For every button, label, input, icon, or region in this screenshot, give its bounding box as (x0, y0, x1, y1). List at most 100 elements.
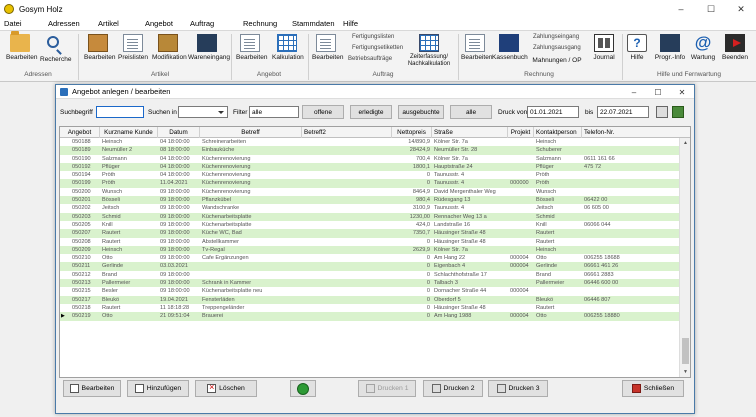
table-cell (508, 188, 534, 196)
close-button[interactable]: ✕ (726, 0, 756, 18)
ribbon-mahnungen[interactable]: Mahnungen / OP (530, 57, 584, 64)
col-projekt[interactable]: Projekt (508, 127, 534, 138)
offer-maximize-button[interactable]: ☐ (646, 85, 670, 99)
export-icon[interactable] (672, 106, 684, 118)
refresh-button[interactable] (290, 380, 316, 397)
minimize-button[interactable]: – (666, 0, 696, 18)
ribbon-preislisten[interactable]: Preislisten (118, 34, 148, 61)
col-angebot[interactable]: Angebot (60, 127, 100, 138)
tab-rechnung[interactable]: Rechnung (243, 19, 277, 28)
ribbon-zahlungseingang[interactable]: Zahlungseingang (533, 34, 579, 40)
ribbon-rechnung-bearbeiten[interactable]: Bearbeiten (461, 34, 492, 61)
ribbon-fertigungsetiketten[interactable]: Fertigungsetiketten (352, 45, 403, 51)
tab-hilfe[interactable]: Hilfe (343, 19, 358, 28)
ribbon-modifikation[interactable]: Modifikation (152, 34, 187, 61)
table-row[interactable]: 050189 Neumüller 2 08 18:00:00 Einbauküche 2… (60, 146, 680, 155)
table-row[interactable]: 050211 Gerlinde 03.03.2021 0 Eigenbach 4 0000… (60, 262, 680, 271)
ribbon-beenden[interactable]: Beenden (720, 34, 750, 61)
ribbon-progr-info[interactable]: Progr.-Info (654, 34, 686, 61)
druck-von-label: Druck von (498, 109, 528, 116)
col-betreff2[interactable]: Betreff2 (302, 127, 392, 138)
scroll-thumb[interactable] (682, 338, 689, 364)
ribbon-journal[interactable]: Journal (590, 34, 618, 61)
maximize-button[interactable]: ☐ (696, 0, 726, 18)
filter-alle-button[interactable]: alle (450, 105, 492, 119)
table-cell (508, 304, 534, 312)
table-row[interactable]: 050207 Rautert 09 18:00:00 Küche WC, Bad 735… (60, 229, 680, 238)
group-separator (622, 34, 623, 80)
tab-datei[interactable]: Datei (4, 19, 22, 28)
ribbon-kalkulation[interactable]: Kalkulation (272, 34, 304, 61)
tab-adressen[interactable]: Adressen (48, 19, 80, 28)
drucken3-button[interactable]: Drucken 3 (488, 380, 548, 397)
table-row[interactable]: 050217 Bleukö 19.04.2021 Fensterläden 0 Oberd… (60, 295, 680, 304)
offer-minimize-button[interactable]: – (622, 85, 646, 99)
table-row[interactable]: 050200 Wunsch 09 18:00:00 Küchenrenovierung… (60, 188, 680, 196)
table-row[interactable]: 050194 Pröth 04 18:00:00 Küchenrenovierung 0… (60, 171, 680, 179)
table-row[interactable]: 050215 Besler 09 18:00:00 Küchenarbeitsplat… (60, 287, 680, 295)
ribbon-adressen-bearbeiten[interactable]: Bearbeiten (6, 31, 37, 61)
table-row[interactable]: 050205 Knill 09 18:00:00 Küchenarbeitsplatt… (60, 221, 680, 229)
ribbon-artikel-bearbeiten[interactable]: Bearbeiten (84, 34, 115, 61)
table-row[interactable]: 050190 Salzmann 04 18:00:00 Küchenrenovieru… (60, 155, 680, 163)
druck-von-input[interactable] (527, 106, 579, 118)
table-row[interactable]: 050188 Heinsch 04 18:00:00 Schreinerarbeite… (60, 138, 680, 146)
ribbon-zeiterfassung[interactable]: Zeiterfassung/ Nachkalkulation (404, 34, 454, 68)
tab-stammdaten[interactable]: Stammdaten (292, 19, 335, 28)
tab-artikel[interactable]: Artikel (98, 19, 119, 28)
suchen-in-select[interactable] (178, 106, 228, 118)
bearbeiten-button[interactable]: Bearbeiten (63, 380, 121, 397)
tab-angebot[interactable]: Angebot (145, 19, 173, 28)
goods-in-icon (197, 34, 217, 52)
loeschen-button[interactable]: Löschen (195, 380, 257, 397)
ribbon-auftrag-bearbeiten[interactable]: Bearbeiten (312, 34, 343, 61)
col-telefon[interactable]: Telefon-Nr. (582, 127, 690, 138)
table-row[interactable]: 050201 Bösseli 09 18:00:00 Pflanzkübel 980,4… (60, 196, 680, 205)
table-row[interactable]: 050212 Brand 09 18:00:00 0 Schlachthofstraße… (60, 271, 680, 279)
print-icon[interactable] (656, 106, 668, 118)
table-row[interactable]: 050192 Pflüger 04 18:00:00 Küchenrenovierun… (60, 162, 680, 172)
ribbon-fertigungslisten[interactable]: Fertigungslisten (352, 34, 394, 40)
table-row[interactable]: 050219 Otto 21 09:51:04 Brauerei 0 Am Hang 19… (60, 312, 680, 321)
filter-input[interactable] (249, 106, 299, 118)
col-datum[interactable]: Datum (158, 127, 200, 138)
table-row[interactable]: 050208 Rautert 09 18:00:00 Abstellkammer 0 Hä… (60, 238, 680, 246)
ribbon-betriebsauftraege[interactable]: Betriebsaufträge (348, 56, 392, 62)
table-row[interactable]: 050202 Jeitsch 09 18:00:00 Wandschranke 3100… (60, 204, 680, 212)
filter-erledigte-button[interactable]: erledigte (350, 105, 392, 119)
col-nettopreis[interactable]: Nettopreis (392, 127, 432, 138)
scroll-down-icon[interactable]: ▼ (680, 367, 690, 377)
drucken2-button[interactable]: Drucken 2 (423, 380, 483, 397)
ribbon-recherche[interactable]: Recherche (40, 34, 71, 63)
col-kurzname[interactable]: Kurzname Kunde (100, 127, 158, 138)
ribbon-hilfe[interactable]: ? Hilfe (626, 34, 648, 61)
table-vertical-scrollbar[interactable]: ▲ ▼ (679, 138, 690, 377)
hinzufuegen-button[interactable]: Hinzufügen (127, 380, 189, 397)
tab-auftrag[interactable]: Auftrag (190, 19, 214, 28)
table-row[interactable]: 050199 Pröth 11.04.2021 Küchenrenovierung 0 T… (60, 179, 680, 188)
filter-offene-button[interactable]: offene (302, 105, 344, 119)
table-row[interactable]: 050209 Heinsch 09 18:00:00 Tv-Regal 2629,9 Kö… (60, 245, 680, 255)
drucken1-button[interactable]: Drucken 1 (358, 380, 416, 397)
table-row[interactable]: 050203 Schmid 09 18:00:00 Küchenarbeitsplat… (60, 212, 680, 221)
table-cell (302, 221, 392, 229)
table-row[interactable]: 050218 Rautert 11 18:18:28 Treppengeländer 0… (60, 304, 680, 312)
col-kontaktperson[interactable]: Kontaktperson (534, 127, 582, 138)
table-row[interactable]: 050210 Otto 09 18:00:00 Cafe Ergänzungen 0 Am… (60, 254, 680, 262)
ribbon-kassenbuch[interactable]: Kassenbuch (492, 34, 528, 61)
col-strasse[interactable]: Straße (432, 127, 508, 138)
col-betreff[interactable]: Betreff (200, 127, 302, 138)
ribbon-wareneingang[interactable]: Wareneingang (188, 34, 230, 61)
scroll-up-icon[interactable]: ▲ (680, 138, 690, 148)
table-cell: 04 18:00:00 (160, 163, 190, 170)
suchbegriff-input[interactable] (96, 106, 144, 118)
ribbon-wartung[interactable]: @ Wartung (690, 34, 716, 62)
table-row[interactable]: 050213 Pallermeier 09 18:00:00 Schrank in K… (60, 279, 680, 288)
schliessen-button[interactable]: Schließen (622, 380, 684, 397)
ribbon-zahlungsausgang[interactable]: Zahlungsausgang (533, 45, 581, 51)
filter-ausgebuchte-button[interactable]: ausgebuchte (398, 105, 444, 119)
offer-close-button[interactable]: ✕ (670, 85, 694, 99)
bis-input[interactable] (597, 106, 649, 118)
ribbon-angebot-bearbeiten[interactable]: Bearbeiten (236, 34, 267, 61)
table-cell: 0 (426, 172, 430, 179)
